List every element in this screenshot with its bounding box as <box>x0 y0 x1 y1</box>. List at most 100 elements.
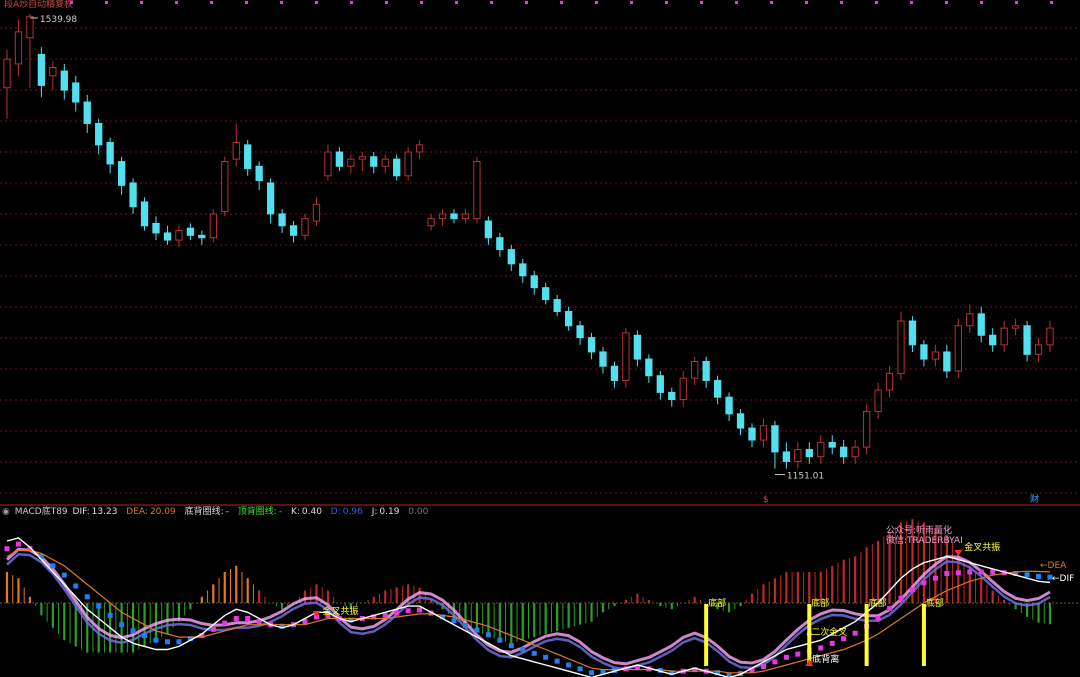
top-marker <box>385 1 388 4</box>
candle-body <box>473 161 481 220</box>
candle-body <box>1000 327 1008 346</box>
bottom-label: 底部 <box>926 597 944 609</box>
candle-body <box>691 360 699 379</box>
signal-square <box>210 626 216 632</box>
dea-value: 20.09 <box>149 507 176 517</box>
signal-square <box>795 651 801 657</box>
signal-square <box>142 633 148 639</box>
candle-body <box>461 213 470 220</box>
dif-edge-label: ←DIF <box>1052 574 1074 584</box>
low-label: 1151.01 <box>787 472 824 482</box>
candle-body <box>794 449 802 462</box>
candle-body <box>198 234 206 239</box>
dingbei-label: 顶背圈线: <box>237 507 277 517</box>
candle-body <box>782 451 791 462</box>
top-marker <box>595 1 598 4</box>
signal-square <box>451 618 457 624</box>
candle-body <box>484 220 493 239</box>
top-marker <box>280 1 283 4</box>
signal-square <box>887 605 893 611</box>
candle-body <box>874 389 882 412</box>
candle-body <box>553 299 561 312</box>
macd-header: ◉ MACD底T89 DIF: 13.23 DEA: 20.09 底背圈线: - 顶背… <box>0 505 430 519</box>
candle-body <box>668 391 676 401</box>
signal-square <box>50 563 56 569</box>
candle-body <box>851 446 859 458</box>
signal-square <box>520 647 526 652</box>
divergence-label: 底背离 <box>812 653 839 665</box>
dea-edge-label: ←DEA <box>1040 561 1067 571</box>
signal-square <box>233 616 239 621</box>
top-marker <box>210 1 213 4</box>
candle-body <box>358 156 366 160</box>
indicator-name[interactable]: MACD底T89 <box>15 507 68 517</box>
candle-body <box>381 158 389 167</box>
candle-body <box>324 151 332 177</box>
candle-body <box>748 427 756 441</box>
k-label: K: <box>290 507 300 517</box>
signal-square <box>176 639 182 645</box>
candle-body <box>427 218 435 227</box>
signal-square <box>783 654 789 660</box>
signal-square <box>130 628 136 634</box>
candle-body <box>83 101 91 124</box>
candle-body <box>542 287 550 301</box>
extra-value: 0.00 <box>408 507 429 517</box>
candle-body <box>14 31 23 65</box>
candle-body <box>404 151 412 177</box>
signal-square <box>382 612 388 618</box>
candle-body <box>129 182 137 208</box>
candle-body <box>186 227 195 236</box>
top-marker <box>945 1 948 4</box>
signal-square <box>96 603 102 609</box>
signal-square <box>508 643 514 649</box>
signal-square <box>932 575 938 581</box>
candle-body <box>576 325 584 339</box>
candle-body <box>37 53 46 86</box>
top-marker <box>840 1 843 4</box>
collapse-icon[interactable]: ◉ <box>2 507 10 517</box>
candle-body <box>209 213 217 239</box>
cross-arrow-right <box>954 550 963 556</box>
candle-body <box>725 396 733 415</box>
signal-square <box>485 632 491 638</box>
candle-body <box>840 446 848 458</box>
candle-body <box>931 351 940 360</box>
signal-square <box>119 622 125 628</box>
wechat-label: 微信:TRADERBYAI <box>886 534 963 546</box>
divergence-bar <box>864 604 869 666</box>
candle-body <box>335 151 344 167</box>
top-marker <box>805 1 808 4</box>
top-marker <box>525 1 528 4</box>
signal-square <box>405 608 411 614</box>
signal-square <box>462 622 468 628</box>
high-label: 1539.98 <box>40 15 77 25</box>
candle-body <box>943 351 951 372</box>
top-marker <box>735 1 738 4</box>
top-marker <box>875 1 878 4</box>
candle-body <box>610 365 619 382</box>
top-marker <box>175 1 178 4</box>
candle-body <box>438 213 447 220</box>
candle-body <box>393 158 401 177</box>
j-value: 0.19 <box>379 507 400 517</box>
candle-body <box>920 344 928 360</box>
signal-square <box>566 662 572 668</box>
candle-body <box>3 58 11 89</box>
signal-square <box>829 640 835 646</box>
candle-body <box>1046 327 1054 346</box>
candle-body <box>759 425 768 441</box>
signal-square <box>84 594 90 600</box>
promo-label: 公众号:听雨量化 <box>886 524 952 536</box>
candle-body <box>1034 344 1043 355</box>
candle-body <box>530 275 538 289</box>
top-marker <box>105 1 108 4</box>
second-cross-label: 二次金叉 <box>811 626 847 638</box>
top-marker <box>245 1 248 4</box>
candle-body <box>140 201 149 227</box>
candle-body <box>232 141 240 160</box>
candle-body <box>828 441 836 448</box>
candle-body <box>1023 325 1031 355</box>
golden-cross-label-right: 金叉共振 <box>964 541 1000 553</box>
dea-label: DEA: <box>126 507 148 517</box>
